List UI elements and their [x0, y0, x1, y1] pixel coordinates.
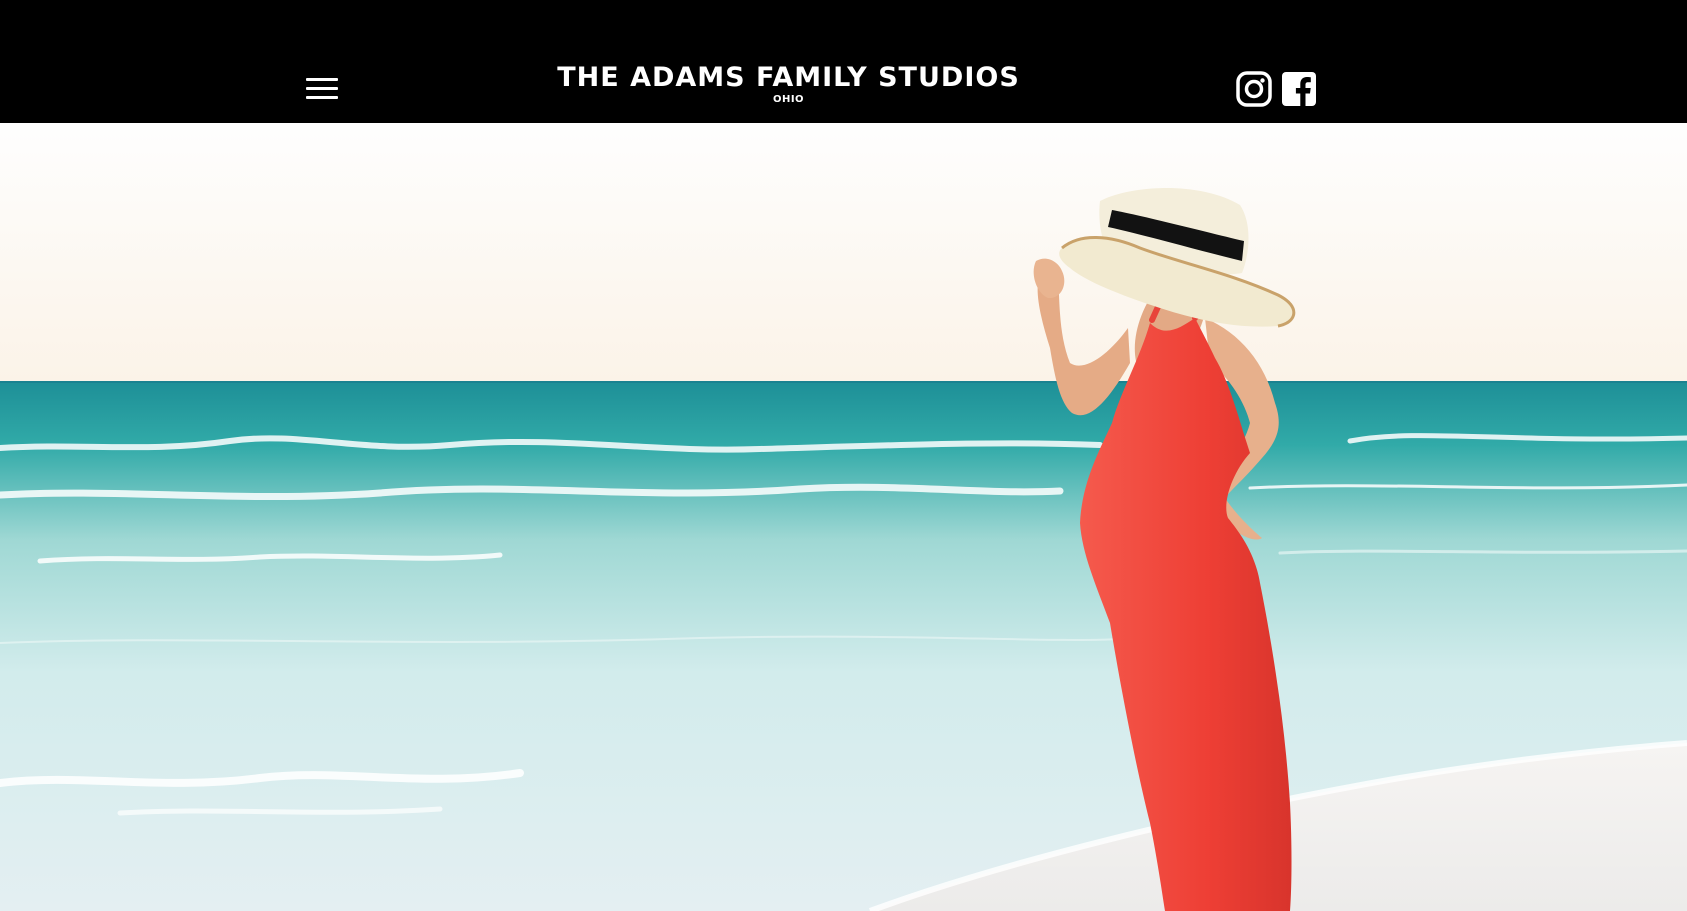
facebook-icon[interactable] [1280, 70, 1318, 108]
site-header: THE ADAMS FAMILY STUDIOS OHIO [0, 0, 1687, 123]
site-logo-link[interactable]: THE ADAMS FAMILY STUDIOS OHIO [500, 62, 1077, 107]
menu-line [306, 78, 338, 81]
hero-photo [0, 123, 1687, 911]
menu-line [306, 96, 338, 99]
hamburger-menu-icon[interactable] [302, 74, 342, 104]
menu-line [306, 87, 338, 90]
brand-subtitle: OHIO [772, 94, 805, 105]
brand-title: THE ADAMS FAMILY STUDIOS [557, 62, 1020, 93]
instagram-icon[interactable] [1235, 70, 1273, 108]
sky [0, 123, 1687, 383]
